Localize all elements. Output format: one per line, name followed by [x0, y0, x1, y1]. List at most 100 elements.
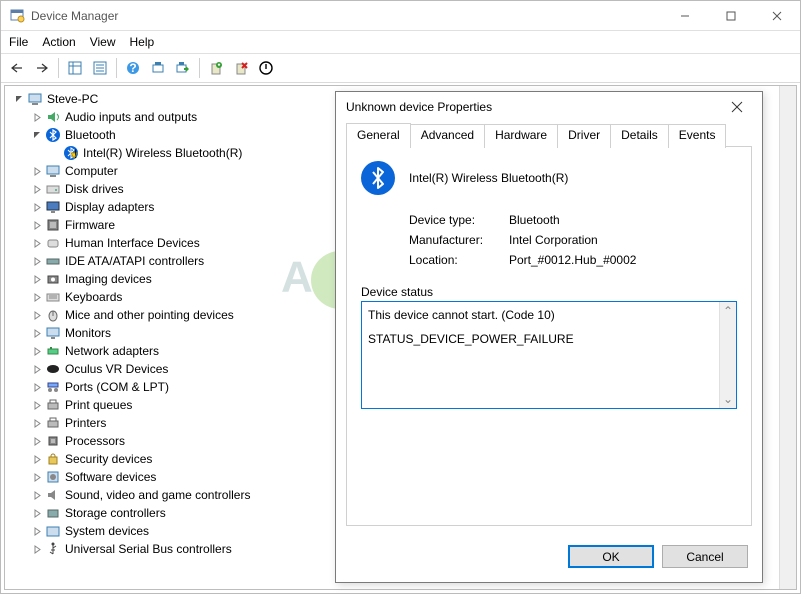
expander-icon[interactable] [31, 111, 43, 123]
device-status-textarea[interactable]: This device cannot start. (Code 10) STAT… [361, 301, 737, 409]
category-icon [45, 451, 61, 467]
app-icon [9, 8, 25, 24]
expander-icon[interactable] [31, 453, 43, 465]
expander-icon[interactable] [31, 219, 43, 231]
expander-icon[interactable] [31, 291, 43, 303]
category-icon [45, 181, 61, 197]
tree-item-label: Network adapters [65, 344, 159, 358]
tree-item-label: Firmware [65, 218, 115, 232]
uninstall-device-button[interactable] [229, 56, 253, 80]
tree-item-label: Printers [65, 416, 106, 430]
tree-item-label: Audio inputs and outputs [65, 110, 197, 124]
category-icon [45, 271, 61, 287]
tree-item-label: Bluetooth [65, 128, 116, 142]
expander-icon[interactable] [31, 237, 43, 249]
category-icon [45, 523, 61, 539]
category-icon [45, 415, 61, 431]
expander-icon[interactable] [31, 435, 43, 447]
disable-device-button[interactable] [254, 56, 278, 80]
category-icon [45, 487, 61, 503]
update-driver-button[interactable] [204, 56, 228, 80]
tab-advanced[interactable]: Advanced [410, 124, 485, 148]
computer-icon [27, 91, 43, 107]
tree-item-label: System devices [65, 524, 149, 538]
dialog-close-button[interactable] [722, 92, 752, 122]
tree-item-label: Human Interface Devices [65, 236, 200, 250]
expander-icon[interactable] [31, 327, 43, 339]
category-icon [45, 397, 61, 413]
close-button[interactable] [754, 1, 800, 31]
status-line-2: STATUS_DEVICE_POWER_FAILURE [368, 330, 718, 348]
tree-item-label: Storage controllers [65, 506, 166, 520]
category-icon [45, 361, 61, 377]
properties-toolbar-button[interactable] [88, 56, 112, 80]
value-device-type: Bluetooth [509, 213, 560, 227]
cancel-button[interactable]: Cancel [662, 545, 748, 568]
category-icon [45, 433, 61, 449]
ok-button[interactable]: OK [568, 545, 654, 568]
scan-hardware-button[interactable] [146, 56, 170, 80]
tree-item-label: Imaging devices [65, 272, 152, 286]
tab-general[interactable]: General [346, 123, 411, 147]
tab-events[interactable]: Events [668, 124, 727, 148]
tab-hardware[interactable]: Hardware [484, 124, 558, 148]
category-icon [45, 127, 61, 143]
category-icon [45, 307, 61, 323]
toolbar: ? [1, 53, 800, 83]
expander-icon[interactable] [13, 93, 25, 105]
expander-icon[interactable] [31, 129, 43, 141]
category-icon [45, 235, 61, 251]
tree-item-label: Oculus VR Devices [65, 362, 168, 376]
category-icon [45, 253, 61, 269]
help-button[interactable]: ? [121, 56, 145, 80]
expander-icon[interactable] [31, 471, 43, 483]
window-title: Device Manager [31, 9, 662, 23]
tree-item-label: Computer [65, 164, 118, 178]
add-legacy-button[interactable] [171, 56, 195, 80]
expander-icon[interactable] [31, 363, 43, 375]
tree-item-label: Processors [65, 434, 125, 448]
expander-icon[interactable] [31, 525, 43, 537]
expander-icon[interactable] [31, 255, 43, 267]
value-manufacturer: Intel Corporation [509, 233, 598, 247]
category-icon [45, 217, 61, 233]
tab-strip: General Advanced Hardware Driver Details… [336, 122, 762, 146]
label-location: Location: [409, 253, 509, 267]
minimize-button[interactable] [662, 1, 708, 31]
expander-icon[interactable] [31, 201, 43, 213]
expander-icon[interactable] [31, 489, 43, 501]
menu-file[interactable]: File [9, 35, 28, 49]
expander-icon[interactable] [31, 507, 43, 519]
label-manufacturer: Manufacturer: [409, 233, 509, 247]
tree-scrollbar[interactable] [779, 86, 796, 589]
tab-panel-general: Intel(R) Wireless Bluetooth(R) Device ty… [346, 146, 752, 526]
tree-item-label: Mice and other pointing devices [65, 308, 234, 322]
tree-item-label: Ports (COM & LPT) [65, 380, 169, 394]
menu-action[interactable]: Action [42, 35, 75, 49]
expander-icon[interactable] [31, 183, 43, 195]
forward-button[interactable] [30, 56, 54, 80]
status-line-1: This device cannot start. (Code 10) [368, 306, 718, 324]
expander-icon[interactable] [31, 399, 43, 411]
expander-icon[interactable] [31, 381, 43, 393]
titlebar: Device Manager [1, 1, 800, 31]
expander-icon[interactable] [31, 309, 43, 321]
show-hide-tree-button[interactable] [63, 56, 87, 80]
tree-item-label: Disk drives [65, 182, 124, 196]
dialog-titlebar[interactable]: Unknown device Properties [336, 92, 762, 122]
expander-icon[interactable] [31, 543, 43, 555]
maximize-button[interactable] [708, 1, 754, 31]
expander-icon[interactable] [31, 417, 43, 429]
tab-driver[interactable]: Driver [557, 124, 611, 148]
status-scrollbar[interactable]: ⌃⌄ [719, 302, 736, 408]
expander-icon[interactable] [31, 165, 43, 177]
back-button[interactable] [5, 56, 29, 80]
expander-icon[interactable] [31, 273, 43, 285]
menu-help[interactable]: Help [130, 35, 155, 49]
menu-view[interactable]: View [90, 35, 116, 49]
category-icon [45, 163, 61, 179]
tree-item-label: Software devices [65, 470, 156, 484]
expander-icon[interactable] [31, 345, 43, 357]
tab-details[interactable]: Details [610, 124, 669, 148]
svg-text:?: ? [129, 61, 136, 75]
